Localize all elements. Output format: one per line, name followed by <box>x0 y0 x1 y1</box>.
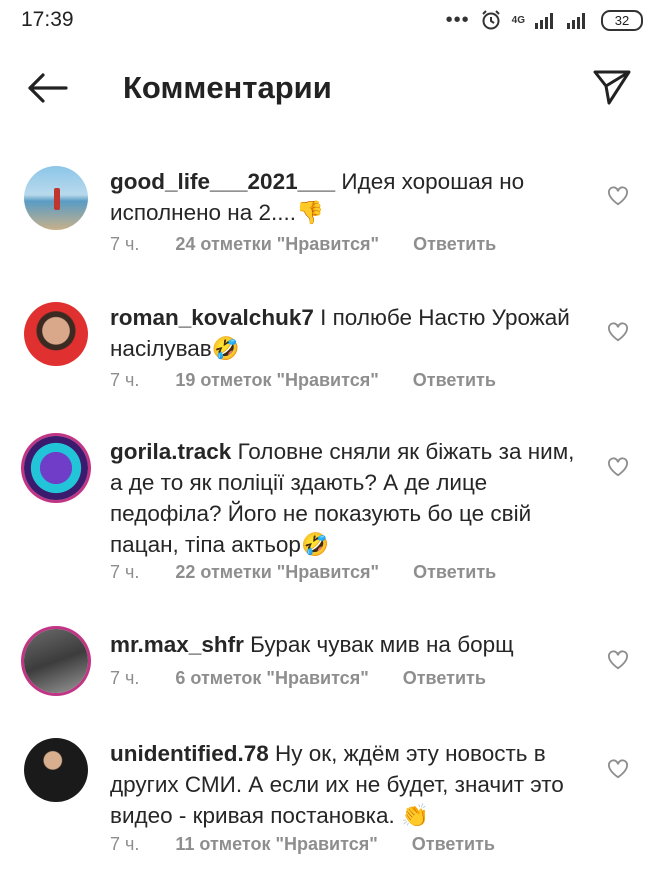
signal-2-icon <box>567 13 585 29</box>
comment-meta: 7 ч. 6 отметок "Нравится" Ответить <box>110 668 486 689</box>
reply-button[interactable]: Ответить <box>413 370 496 391</box>
comment-text: roman_kovalchuk7 І полюбе Настю Урожай н… <box>110 302 580 364</box>
heart-icon[interactable] <box>607 650 629 670</box>
heart-icon[interactable] <box>607 186 629 206</box>
comment-time: 7 ч. <box>110 234 140 254</box>
status-icons: ••• 4G 32 <box>446 9 643 31</box>
comment-username[interactable]: unidentified.78 <box>110 741 269 766</box>
comment-meta: 7 ч. 11 отметок "Нравится" Ответить <box>110 834 495 855</box>
avatar[interactable] <box>24 302 88 366</box>
reply-button[interactable]: Ответить <box>403 668 486 689</box>
comment-username[interactable]: gorila.track <box>110 439 231 464</box>
comment-body: Бурак чувак мив на борщ <box>250 632 514 657</box>
header: Комментарии <box>0 60 665 120</box>
likes-count[interactable]: 19 отметок "Нравится" <box>175 370 378 391</box>
page-title: Комментарии <box>123 70 332 105</box>
battery-icon: 32 <box>601 9 643 31</box>
likes-count[interactable]: 24 отметки "Нравится" <box>175 234 379 255</box>
back-arrow-icon[interactable] <box>26 72 68 104</box>
comment-meta: 7 ч. 19 отметок "Нравится" Ответить <box>110 370 496 391</box>
send-icon[interactable] <box>593 69 631 105</box>
comment-text: unidentified.78 Ну ок, ждём эту новость … <box>110 738 580 831</box>
comment-time: 7 ч. <box>110 668 140 688</box>
comment-text: gorila.track Головне сняли як біжать за … <box>110 436 580 560</box>
heart-icon[interactable] <box>607 457 629 477</box>
likes-count[interactable]: 22 отметки "Нравится" <box>175 562 379 583</box>
comment-username[interactable]: good_life___2021___ <box>110 169 335 194</box>
comment-username[interactable]: roman_kovalchuk7 <box>110 305 314 330</box>
comment-time: 7 ч. <box>110 370 140 390</box>
network-type-label: 4G <box>511 14 525 26</box>
comment-meta: 7 ч. 22 отметки "Нравится" Ответить <box>110 562 496 583</box>
status-bar: 17:39 ••• 4G 32 <box>0 0 665 40</box>
avatar[interactable] <box>24 738 88 802</box>
signal-icon <box>535 13 553 29</box>
avatar[interactable] <box>24 436 88 500</box>
comment-meta: 7 ч. 24 отметки "Нравится" Ответить <box>110 234 496 255</box>
comment-username[interactable]: mr.max_shfr <box>110 632 244 657</box>
heart-icon[interactable] <box>607 322 629 342</box>
comment-time: 7 ч. <box>110 834 140 854</box>
avatar[interactable] <box>24 629 88 693</box>
likes-count[interactable]: 11 отметок "Нравится" <box>175 834 377 855</box>
status-time: 17:39 <box>21 8 74 31</box>
comment-text: mr.max_shfr Бурак чувак мив на борщ <box>110 629 580 660</box>
heart-icon[interactable] <box>607 759 629 779</box>
avatar[interactable] <box>24 166 88 230</box>
comment-text: good_life___2021___ Идея хорошая но испо… <box>110 166 580 228</box>
comment-time: 7 ч. <box>110 562 140 582</box>
reply-button[interactable]: Ответить <box>412 834 495 855</box>
reply-button[interactable]: Ответить <box>413 562 496 583</box>
alarm-icon <box>481 10 500 30</box>
likes-count[interactable]: 6 отметок "Нравится" <box>175 668 368 689</box>
reply-button[interactable]: Ответить <box>413 234 496 255</box>
more-dots-icon: ••• <box>445 9 470 31</box>
